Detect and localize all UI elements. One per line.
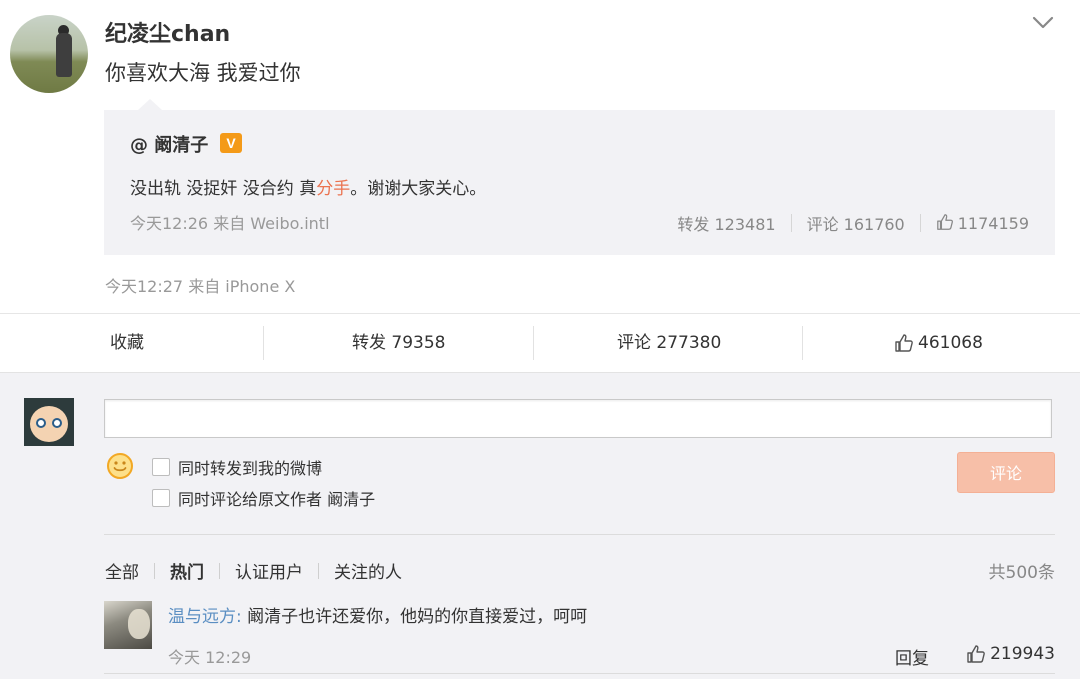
post-action-bar: 收藏 转发 79358 评论 277380 461068 — [0, 313, 1080, 373]
comment-divider — [104, 673, 1055, 674]
original-forward-link[interactable]: 转发 123481 — [677, 211, 775, 235]
stats-divider — [790, 214, 792, 232]
thumbs-up-icon — [936, 214, 953, 230]
original-post-meta[interactable]: 今天12:26 来自 Weibo.intl — [130, 210, 330, 234]
original-comment-link[interactable]: 评论 161760 — [807, 211, 905, 235]
post-meta[interactable]: 今天12:27 来自 iPhone X — [105, 273, 295, 297]
filter-all[interactable]: 全部 — [105, 558, 139, 583]
weibo-post: 纪凌尘chan 你喜欢大海 我爱过你 @ 阚清子 V 没出轨 没捉奸 没合约 真… — [0, 0, 1080, 313]
comment-time: 今天 12:29 — [168, 648, 252, 667]
forward-option-label: 同时转发到我的微博 — [178, 459, 323, 478]
forward-checkbox[interactable] — [152, 458, 170, 476]
post-author-name[interactable]: 纪凌尘chan — [105, 16, 230, 48]
reply-original-option[interactable]: 同时评论给原文作者 阚清子 — [152, 486, 375, 510]
filter-divider — [104, 534, 1055, 535]
emoji-icon[interactable] — [106, 452, 134, 480]
comment-like-button[interactable]: 219943 — [966, 644, 1055, 664]
like-button[interactable]: 461068 — [894, 314, 983, 372]
original-author-name[interactable]: @ 阚清子 — [130, 131, 208, 157]
chevron-down-icon[interactable] — [1031, 13, 1055, 33]
forward-option[interactable]: 同时转发到我的微博 — [152, 455, 322, 479]
filter-separator — [219, 562, 220, 579]
comment-section: 同时转发到我的微博 同时评论给原文作者 阚清子 评论 全部 热门 认证用户 关注… — [0, 373, 1080, 679]
avatar-eye — [36, 418, 46, 428]
commenter-avatar[interactable] — [104, 601, 152, 649]
verified-badge-icon: V — [220, 133, 242, 153]
comment-button[interactable]: 评论 277380 — [617, 314, 721, 372]
reposted-original: @ 阚清子 V 没出轨 没捉奸 没合约 真分手。谢谢大家关心。 今天12:26 … — [104, 99, 1055, 255]
current-user-avatar — [24, 398, 74, 446]
reply-button[interactable]: 回复 — [895, 644, 929, 669]
submit-comment-button[interactable]: 评论 — [957, 452, 1055, 493]
comment-item: 温与远方: 阚清子也许还爱你，他妈的你直接爱过，呵呵 — [168, 602, 587, 627]
like-count: 461068 — [918, 333, 983, 353]
action-divider — [533, 326, 534, 360]
comment-input[interactable] — [104, 399, 1052, 438]
filter-following[interactable]: 关注的人 — [334, 558, 402, 583]
original-post-stats: 转发 123481 评论 161760 1174159 — [677, 211, 1029, 235]
action-divider — [802, 326, 803, 360]
avatar-eye — [52, 418, 62, 428]
original-text-highlight: 分手 — [316, 179, 351, 199]
comment-like-count: 219943 — [990, 644, 1055, 664]
repost-notch — [138, 99, 162, 110]
comment-total-count: 共500条 — [988, 563, 1055, 583]
filter-separator — [154, 562, 155, 579]
filter-separator — [318, 562, 319, 579]
original-text-part1: 没出轨 没捉奸 没合约 真 — [130, 179, 317, 199]
original-like-link[interactable]: 1174159 — [936, 213, 1029, 233]
post-text: 你喜欢大海 我爱过你 — [105, 61, 301, 85]
commenter-name[interactable]: 温与远方: — [168, 607, 242, 627]
forward-button[interactable]: 转发 79358 — [352, 314, 445, 372]
reply-original-label: 同时评论给原文作者 阚清子 — [178, 490, 376, 509]
original-text-part2: 。谢谢大家关心。 — [350, 179, 487, 199]
original-post-text: 没出轨 没捉奸 没合约 真分手。谢谢大家关心。 — [130, 174, 486, 199]
stats-divider — [919, 214, 921, 232]
comment-text: 阚清子也许还爱你，他妈的你直接爱过，呵呵 — [241, 607, 588, 627]
filter-hot[interactable]: 热门 — [170, 558, 204, 583]
favorite-button[interactable]: 收藏 — [110, 314, 144, 372]
thumbs-up-icon — [967, 645, 985, 663]
thumbs-up-icon — [895, 334, 913, 352]
filter-verified[interactable]: 认证用户 — [235, 558, 303, 583]
avatar-shape — [128, 609, 150, 639]
avatar-figure-body — [56, 33, 72, 77]
action-divider — [263, 326, 264, 360]
reply-original-checkbox[interactable] — [152, 489, 170, 507]
comment-filter-tabs: 全部 热门 认证用户 关注的人 — [105, 558, 402, 583]
original-like-count: 1174159 — [957, 214, 1029, 233]
author-avatar[interactable] — [10, 15, 88, 93]
